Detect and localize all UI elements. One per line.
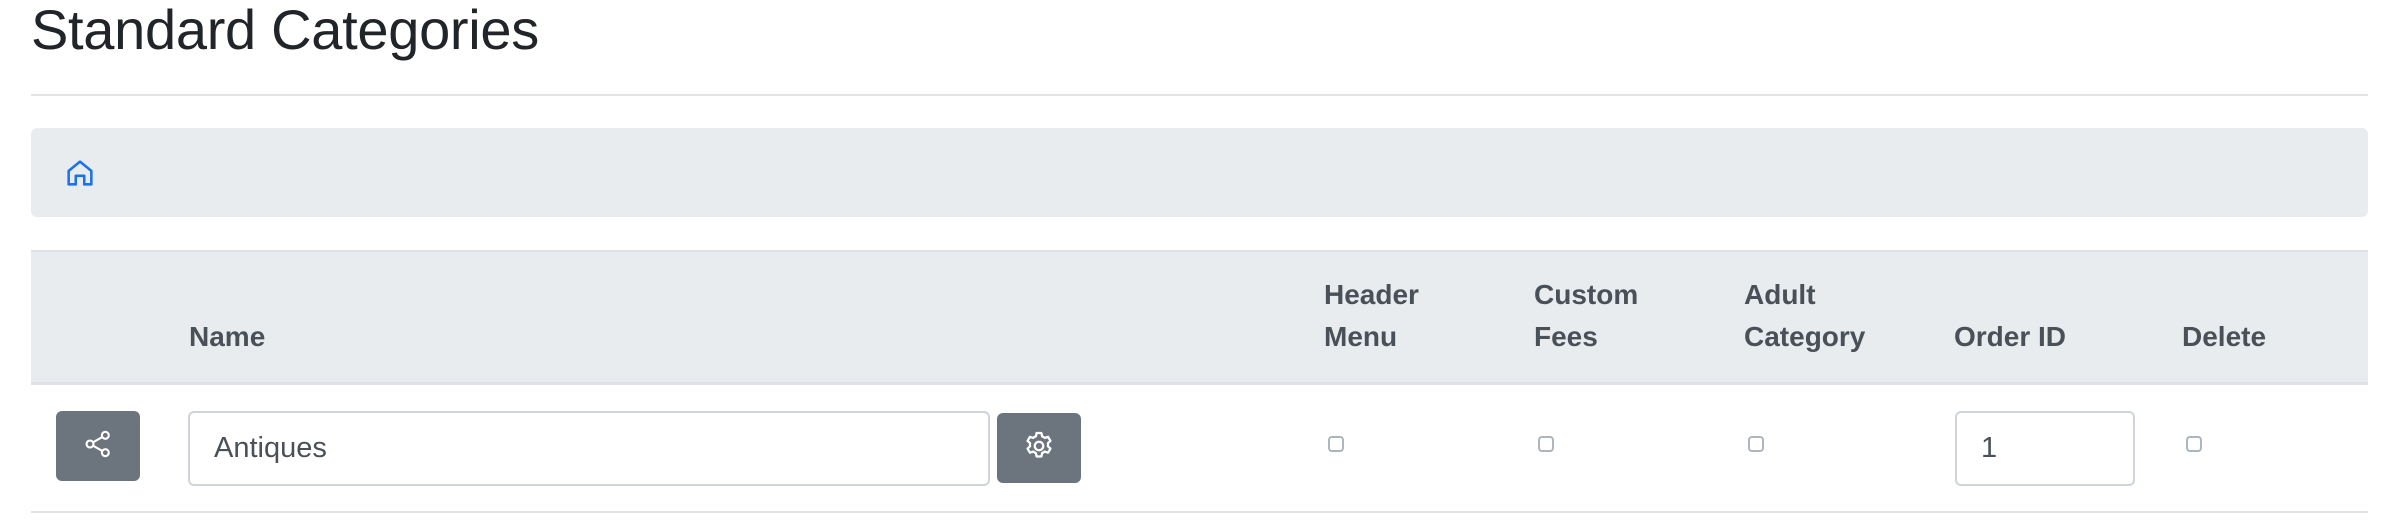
column-header-name: Name xyxy=(189,321,266,352)
adult-category-checkbox[interactable] xyxy=(1748,436,1764,452)
order-id-input[interactable] xyxy=(1955,411,2135,486)
category-name-input[interactable] xyxy=(188,411,990,486)
column-header-custom-fees-line2: Fees xyxy=(1534,321,1598,352)
page-title: Standard Categories xyxy=(31,0,539,61)
column-header-adult-category-line1: Adult xyxy=(1744,279,1816,310)
table-header: Name Header Menu Custom Fees Adult Categ… xyxy=(31,250,2368,385)
custom-fees-checkbox[interactable] xyxy=(1538,436,1554,452)
column-header-header-menu: Header Menu xyxy=(1324,274,1419,358)
header-menu-checkbox[interactable] xyxy=(1328,436,1344,452)
column-header-delete: Delete xyxy=(2182,321,2267,352)
column-header-custom-fees-line1: Custom xyxy=(1534,279,1639,310)
column-header-order-id: Order ID xyxy=(1954,321,2067,352)
settings-button[interactable] xyxy=(997,413,1081,483)
table-row xyxy=(31,385,2368,513)
delete-checkbox[interactable] xyxy=(2186,436,2202,452)
gear-icon xyxy=(1022,429,1056,468)
share-icon xyxy=(82,428,114,465)
column-header-header-menu-line1: Header xyxy=(1324,279,1419,310)
column-header-adult-category: Adult Category xyxy=(1744,274,1865,358)
home-icon[interactable] xyxy=(63,156,97,190)
column-header-custom-fees: Custom Fees xyxy=(1534,274,1638,358)
breadcrumb xyxy=(31,128,2368,217)
title-divider xyxy=(31,94,2368,96)
share-button[interactable] xyxy=(56,411,140,481)
column-header-adult-category-line2: Category xyxy=(1744,321,1866,352)
column-header-header-menu-line2: Menu xyxy=(1324,321,1398,352)
